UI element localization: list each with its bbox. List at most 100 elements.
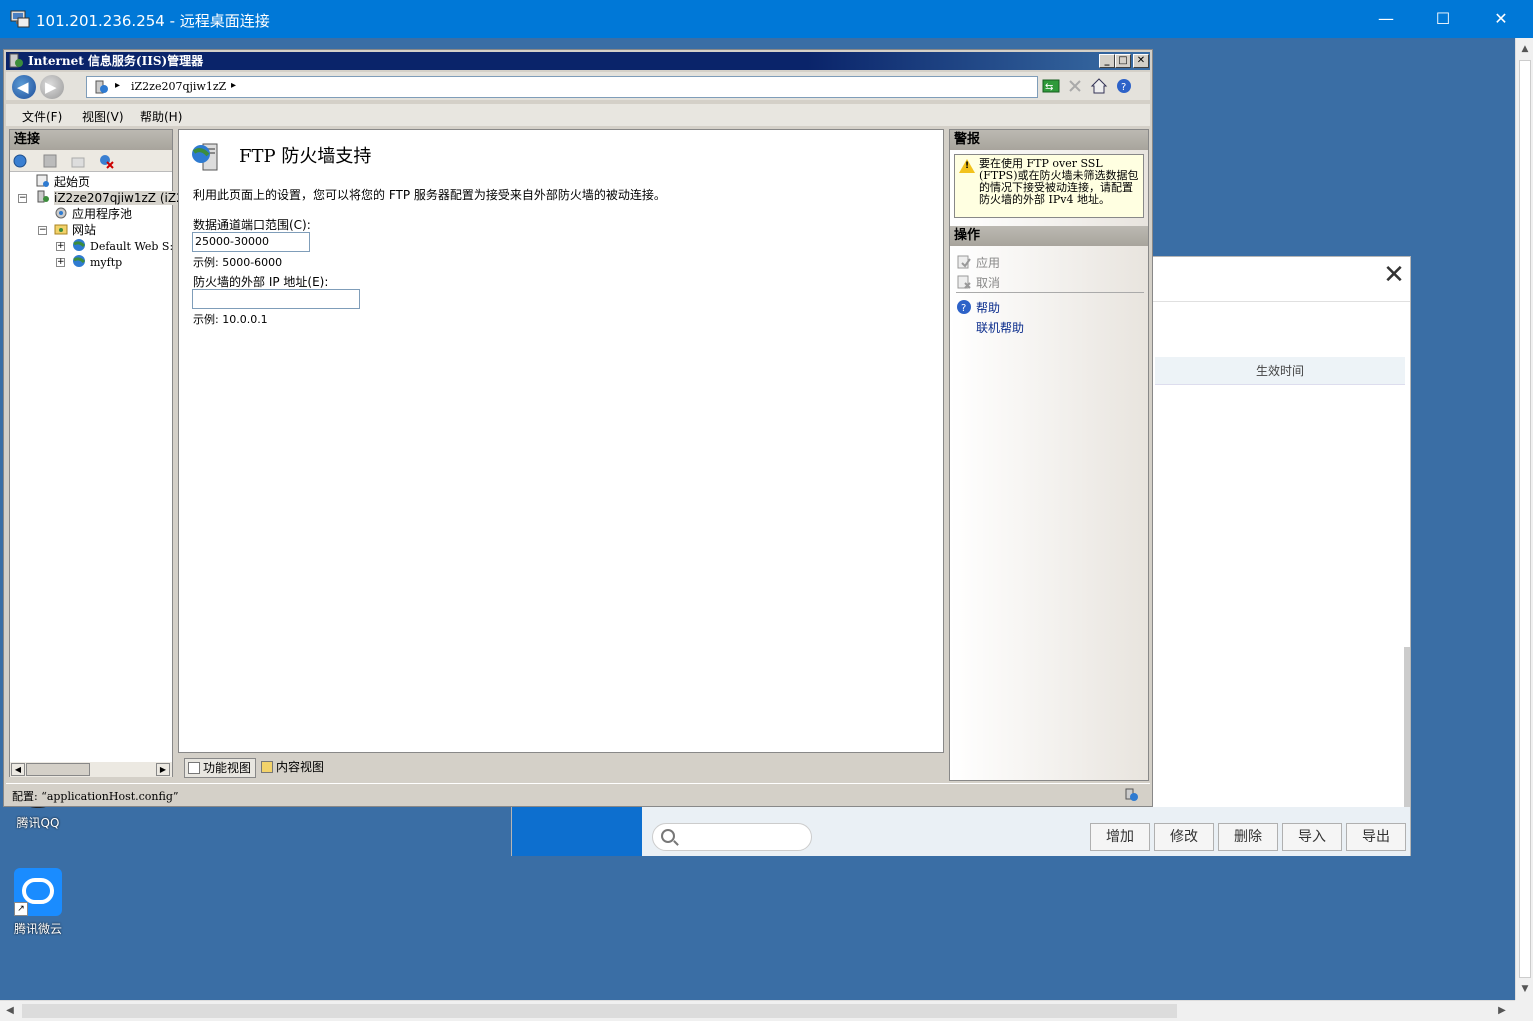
main-content: FTP 防火墙支持 利用此页面上的设置，您可以将您的 FTP 服务器配置为接受来…	[178, 129, 944, 753]
connections-hscrollbar[interactable]: ◀ ▶	[10, 762, 172, 777]
desktop-icon-label: 腾讯微云	[13, 922, 62, 936]
tree-item-app-pools[interactable]: 应用程序池	[54, 206, 132, 222]
divider	[956, 292, 1144, 293]
collapse-icon[interactable]: −	[38, 226, 47, 235]
start-page-icon	[36, 174, 49, 187]
forward-button[interactable]: ▶	[40, 75, 64, 99]
globe-icon	[73, 255, 86, 267]
alert-text: 要在使用 FTP over SSL (FTPS)或在防火墙未筛选数据包的情况下接…	[979, 157, 1139, 206]
vertical-scroll-thumb[interactable]	[1519, 60, 1531, 978]
dialog-scrollbar[interactable]	[1404, 647, 1410, 817]
dialog-close-icon[interactable]: ✕	[1380, 261, 1408, 289]
import-button[interactable]: 导入	[1282, 823, 1342, 851]
address-bar: ◀ ▶ ▸ iZ2ze207qjiw1zZ ▸ ⇆ ?	[6, 72, 1150, 100]
scroll-right-icon[interactable]: ▶	[156, 763, 170, 776]
expand-icon[interactable]: +	[56, 242, 65, 251]
content-view-icon	[261, 761, 273, 773]
rdp-vertical-scrollbar[interactable]: ▲ ▼	[1515, 38, 1533, 1000]
port-range-example: 示例: 5000-6000	[193, 256, 283, 269]
desktop-icon-label: 腾讯QQ	[16, 816, 60, 830]
up-folder-icon[interactable]	[70, 153, 86, 169]
svg-text:?: ?	[961, 303, 966, 314]
help-icon: ?	[957, 300, 971, 314]
network-status-icon	[1125, 788, 1138, 801]
delete-button[interactable]: 删除	[1218, 823, 1278, 851]
rdp-maximize-button[interactable]: ☐	[1414, 0, 1472, 38]
breadcrumb-separator-icon[interactable]: ▸	[231, 80, 236, 91]
search-input[interactable]	[652, 823, 812, 851]
actions-panel: 警报 ! 要在使用 FTP over SSL (FTPS)或在防火墙未筛选数据包…	[949, 129, 1149, 781]
iis-close-button[interactable]: ✕	[1133, 54, 1149, 68]
stop-icon[interactable]	[1066, 77, 1084, 95]
scroll-down-icon[interactable]: ▼	[1516, 980, 1533, 998]
iis-titlebar: Internet 信息服务(IIS)管理器 _ □ ✕	[6, 52, 1150, 70]
save-icon[interactable]	[42, 153, 58, 169]
menu-file[interactable]: 文件(F)	[22, 108, 62, 125]
svg-text:?: ?	[1121, 82, 1126, 93]
status-bar: 配置: “applicationHost.config”	[6, 783, 1150, 805]
tab-features-view[interactable]: 功能视图	[184, 758, 257, 778]
export-button[interactable]: 导出	[1346, 823, 1406, 851]
scroll-thumb[interactable]	[26, 763, 90, 776]
expand-icon[interactable]: +	[56, 258, 65, 267]
status-text: 配置: “applicationHost.config”	[12, 790, 179, 803]
features-view-icon	[188, 762, 200, 774]
rdp-close-button[interactable]: ✕	[1472, 0, 1530, 38]
help-dropdown-icon[interactable]: ?	[1116, 77, 1134, 95]
scroll-left-icon[interactable]: ◀	[11, 763, 25, 776]
scroll-up-icon[interactable]: ▲	[1516, 40, 1533, 58]
external-ip-input[interactable]	[192, 289, 360, 309]
folder-icon	[54, 224, 68, 235]
alert-box: ! 要在使用 FTP over SSL (FTPS)或在防火墙未筛选数据包的情况…	[954, 154, 1144, 218]
tree-item-default-web-site[interactable]: + Default Web S:	[56, 238, 173, 254]
refresh-icon[interactable]: ⇆	[1042, 77, 1060, 95]
breadcrumb-separator-icon[interactable]: ▸	[115, 80, 120, 91]
search-icon	[661, 829, 675, 843]
iis-maximize-button[interactable]: □	[1115, 54, 1131, 68]
column-header-effective-time[interactable]: 生效时间	[1155, 357, 1405, 385]
port-range-input[interactable]: 25000-30000	[192, 232, 310, 252]
rdp-titlebar: 101.201.236.254 - 远程桌面连接 — ☐ ✕	[0, 0, 1533, 38]
home-icon[interactable]	[1090, 77, 1108, 95]
rdp-horizontal-scrollbar[interactable]: ◀ ▶	[0, 1000, 1515, 1021]
modify-button[interactable]: 修改	[1154, 823, 1214, 851]
dialog-sidebar-block	[512, 807, 642, 856]
horizontal-scroll-thumb[interactable]	[22, 1004, 1177, 1018]
tree-item-start-page[interactable]: 起始页	[36, 174, 90, 190]
tree-item-server[interactable]: − iZ2ze207qjiw1zZ (iZ2	[18, 190, 184, 206]
tree-item-label: 起始页	[54, 175, 91, 189]
scroll-right-icon[interactable]: ▶	[1492, 1001, 1512, 1021]
desktop-icon-weiyun[interactable]: ↗ 腾讯微云	[8, 868, 68, 937]
cancel-action[interactable]: 取消	[976, 274, 1000, 291]
connect-icon[interactable]	[12, 153, 28, 169]
menu-view[interactable]: 视图(V)	[82, 108, 124, 125]
address-input[interactable]: ▸ iZ2ze207qjiw1zZ ▸	[86, 76, 1038, 98]
page-description: 利用此页面上的设置，您可以将您的 FTP 服务器配置为接受来自外部防火墙的被动连…	[193, 188, 666, 202]
online-help-action[interactable]: 联机帮助	[976, 319, 1024, 336]
cancel-icon	[957, 275, 971, 289]
forward-arrow-icon: ▶	[45, 78, 57, 96]
delete-connection-icon[interactable]	[98, 153, 114, 169]
iis-window-title: Internet 信息服务(IIS)管理器	[28, 54, 204, 68]
back-arrow-icon: ◀	[17, 78, 29, 96]
tree-item-sites[interactable]: − 网站	[38, 222, 96, 238]
breadcrumb-host[interactable]: iZ2ze207qjiw1zZ	[131, 80, 226, 93]
add-button[interactable]: 增加	[1090, 823, 1150, 851]
connections-toolbar	[10, 150, 172, 172]
port-range-label: 数据通道端口范围(C):	[193, 218, 311, 232]
page-title: FTP 防火墙支持	[239, 146, 372, 167]
back-button[interactable]: ◀	[12, 75, 36, 99]
tab-content-view[interactable]: 内容视图	[258, 758, 328, 778]
menu-help[interactable]: 帮助(H)	[140, 108, 182, 125]
external-ip-example: 示例: 10.0.0.1	[193, 313, 268, 326]
tree-item-label: Default Web S:	[90, 240, 174, 253]
tree-item-myftp[interactable]: + myftp	[56, 254, 122, 270]
help-action[interactable]: 帮助	[976, 299, 1000, 316]
scroll-left-icon[interactable]: ◀	[0, 1001, 20, 1021]
tree-item-label: 网站	[72, 223, 97, 237]
rdp-minimize-button[interactable]: —	[1357, 0, 1415, 38]
menu-bar: 文件(F) 视图(V) 帮助(H)	[6, 104, 1150, 126]
iis-minimize-button[interactable]: _	[1099, 54, 1115, 68]
collapse-icon[interactable]: −	[18, 194, 27, 203]
apply-action[interactable]: 应用	[976, 254, 1000, 271]
